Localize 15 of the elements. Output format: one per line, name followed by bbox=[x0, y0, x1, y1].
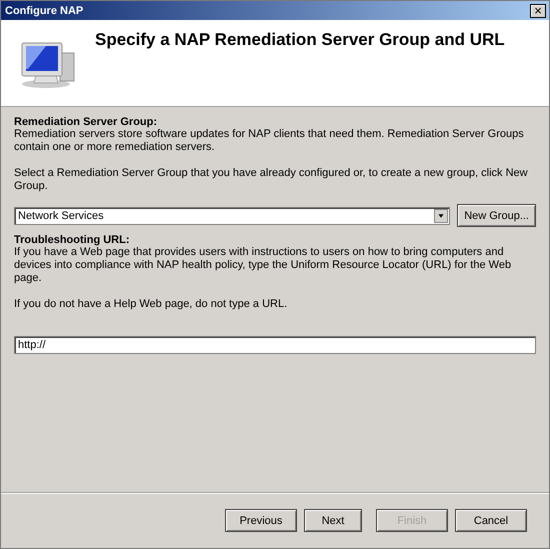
wizard-button[interactable]: Cancel bbox=[455, 509, 527, 532]
new-group-button[interactable]: New Group... bbox=[457, 204, 536, 227]
section-heading: Remediation Server Group: bbox=[14, 116, 158, 128]
window-title: Configure NAP bbox=[5, 4, 84, 16]
close-button[interactable]: × bbox=[530, 4, 546, 18]
page-title: Specify a NAP Remediation Server Group and URL bbox=[95, 30, 505, 51]
server-group-dropdown[interactable]: Network Services bbox=[14, 206, 450, 224]
wizard-button[interactable]: Previous bbox=[225, 509, 297, 532]
description-text: If you have a Web page that provides users with instructions to users on how to bring computers and devices into compliance with NAP health policy, type the Uniform Resource Locator (URL) for the Web page. bbox=[14, 246, 512, 285]
description-text: Remediation servers store software updates for NAP clients that need them. Remediation Server Groups contain one or more remediation servers. bbox=[14, 128, 525, 154]
wizard-button[interactable]: Next bbox=[304, 509, 362, 532]
section-heading: Troubleshooting URL: bbox=[14, 234, 130, 246]
note-text: If you do not have a Help Web page, do not type a URL. bbox=[14, 298, 288, 311]
url-field[interactable]: http:// bbox=[14, 336, 536, 354]
instruction-text: Select a Remediation Server Group that you have already configured or, to create a new group, click New Group. bbox=[14, 167, 529, 193]
